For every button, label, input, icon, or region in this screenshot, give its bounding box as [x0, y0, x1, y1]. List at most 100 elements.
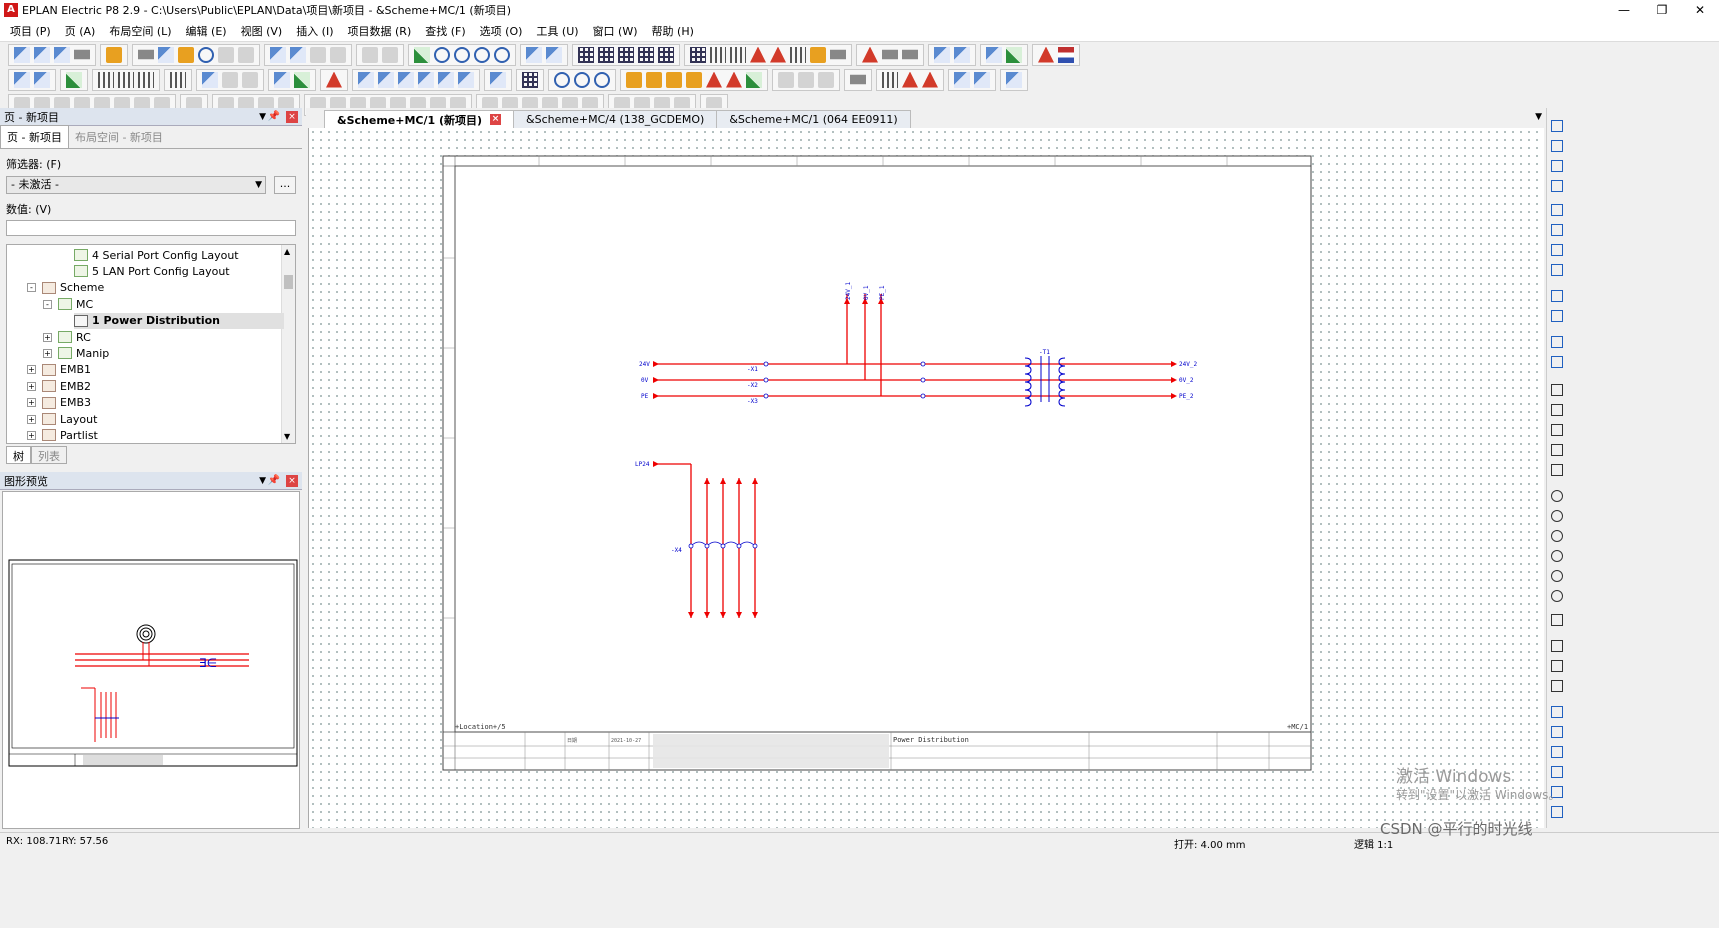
- insert-b-icon[interactable]: [954, 46, 970, 63]
- hatch-a-icon[interactable]: [778, 71, 794, 88]
- zoom-out-icon[interactable]: [474, 46, 490, 63]
- tree-item[interactable]: - MC: [43, 296, 93, 312]
- menu-item-10[interactable]: 窗口 (W): [593, 23, 638, 39]
- line-icon[interactable]: [1551, 384, 1563, 396]
- connector-c-icon[interactable]: [922, 71, 938, 88]
- filter-select[interactable]: - 未激活 - ▼: [6, 176, 266, 194]
- expand-icon[interactable]: +: [43, 332, 52, 342]
- tree-item[interactable]: + Partlist: [27, 427, 98, 443]
- connector-b-icon[interactable]: [902, 71, 918, 88]
- wrench-icon[interactable]: [106, 46, 122, 63]
- page-nav-icon[interactable]: [14, 71, 30, 88]
- jumper-a-icon[interactable]: [1551, 336, 1563, 348]
- branch-b-icon[interactable]: [1551, 224, 1563, 236]
- doc-tab-1[interactable]: &Scheme+MC/1 (新项目) ×: [324, 110, 515, 128]
- menu-item-6[interactable]: 项目数据 (R): [348, 23, 412, 39]
- forward-icon[interactable]: [546, 46, 562, 63]
- tree-item[interactable]: 1 Power Distribution: [74, 312, 284, 329]
- snap-icon[interactable]: [710, 46, 726, 63]
- zoom-window-icon[interactable]: [434, 46, 450, 63]
- rect-icon[interactable]: [810, 46, 826, 63]
- dim-c-icon[interactable]: [1551, 746, 1563, 758]
- collapse-icon[interactable]: -: [43, 299, 52, 309]
- cut-icon[interactable]: [138, 49, 154, 60]
- doc-b-icon[interactable]: [378, 71, 394, 88]
- marker-icon[interactable]: [274, 71, 290, 88]
- tree-item[interactable]: + EMB2: [27, 378, 91, 394]
- preview-close-icon[interactable]: ×: [286, 475, 298, 487]
- connector-a-icon[interactable]: [882, 71, 898, 88]
- bar-icon[interactable]: [830, 49, 846, 60]
- device-a-icon[interactable]: [626, 71, 642, 88]
- scroll-down-icon[interactable]: ▼: [284, 432, 290, 441]
- page-icon[interactable]: [362, 46, 378, 63]
- doc-c-icon[interactable]: [398, 71, 414, 88]
- hash-icon[interactable]: [730, 46, 746, 63]
- format-icon[interactable]: [218, 46, 234, 63]
- polyline-icon[interactable]: [1551, 404, 1563, 416]
- grid-c-icon[interactable]: [618, 46, 634, 63]
- device-b-icon[interactable]: [646, 71, 662, 88]
- number3-icon[interactable]: [138, 71, 154, 88]
- paste-icon[interactable]: [178, 46, 194, 63]
- format2-icon[interactable]: [238, 46, 254, 63]
- expand-icon[interactable]: +: [43, 348, 52, 358]
- undo-icon[interactable]: [270, 46, 286, 63]
- dim-d-icon[interactable]: [1551, 766, 1563, 778]
- new-project-icon[interactable]: [14, 46, 30, 63]
- collapse-icon[interactable]: -: [27, 283, 36, 293]
- expand-icon[interactable]: +: [27, 365, 36, 375]
- symbol-c-icon[interactable]: [594, 71, 610, 88]
- flag-b-icon[interactable]: [222, 71, 238, 88]
- sector-icon[interactable]: [1551, 570, 1563, 582]
- device-c-icon[interactable]: [666, 71, 682, 88]
- schematic-canvas[interactable]: +Location+/5 +MC/1 Power Distribution 日期…: [308, 128, 1544, 828]
- flag-a-icon[interactable]: [202, 71, 218, 88]
- hatch-b-icon[interactable]: [798, 71, 814, 88]
- print-icon[interactable]: [74, 49, 90, 60]
- menu-item-3[interactable]: 编辑 (E): [186, 23, 227, 39]
- symbol-a-icon[interactable]: [554, 71, 570, 88]
- tree-item[interactable]: + EMB3: [27, 395, 91, 411]
- layout-a-icon[interactable]: [490, 71, 506, 88]
- flag-c-icon[interactable]: [242, 71, 258, 88]
- text-icon[interactable]: [1551, 640, 1563, 652]
- redo-icon[interactable]: [310, 46, 326, 63]
- page-nav2-icon[interactable]: [34, 71, 50, 88]
- tab-tree[interactable]: 树: [6, 446, 31, 464]
- copy-icon[interactable]: [158, 46, 174, 63]
- grid-toggle-icon[interactable]: [690, 46, 706, 63]
- connect-b-icon[interactable]: [974, 71, 990, 88]
- angle-a-icon[interactable]: [1551, 120, 1563, 132]
- tree-item[interactable]: 5 LAN Port Config Layout: [74, 263, 230, 279]
- number-icon[interactable]: [98, 71, 114, 88]
- menu-item-1[interactable]: 页 (A): [65, 23, 96, 39]
- open-project-icon[interactable]: [34, 46, 50, 63]
- palette-icon[interactable]: [1038, 46, 1054, 63]
- menu-item-4[interactable]: 视图 (V): [241, 23, 283, 39]
- wire-c-icon[interactable]: [902, 49, 918, 60]
- arc-a-icon[interactable]: [1551, 530, 1563, 542]
- device-e-icon[interactable]: [706, 71, 722, 88]
- tree-item[interactable]: + EMB1: [27, 362, 91, 378]
- zoom-all-icon[interactable]: [494, 46, 510, 63]
- tab-list-dropdown-icon[interactable]: ▼: [1535, 112, 1542, 122]
- angle-b-icon[interactable]: [1551, 140, 1563, 152]
- wire-a-icon[interactable]: [862, 46, 878, 63]
- table-grid-icon[interactable]: [522, 71, 538, 88]
- scroll-up-icon[interactable]: ▲: [284, 247, 290, 256]
- minimize-button[interactable]: —: [1605, 0, 1643, 20]
- number2-icon[interactable]: [118, 71, 134, 88]
- dim-a-icon[interactable]: [1551, 706, 1563, 718]
- angle-c-icon[interactable]: [1551, 160, 1563, 172]
- branch-c-icon[interactable]: [1551, 244, 1563, 256]
- grid-b-icon[interactable]: [598, 46, 614, 63]
- menu-item-11[interactable]: 帮助 (H): [652, 23, 694, 39]
- close-project-icon[interactable]: [54, 46, 70, 63]
- circle-icon[interactable]: [1551, 490, 1563, 502]
- menu-item-5[interactable]: 插入 (I): [296, 23, 333, 39]
- magnet-icon[interactable]: [750, 46, 766, 63]
- filter-more-button[interactable]: ...: [274, 176, 296, 194]
- ellipse-icon[interactable]: [1551, 510, 1563, 522]
- expand-icon[interactable]: +: [27, 414, 36, 424]
